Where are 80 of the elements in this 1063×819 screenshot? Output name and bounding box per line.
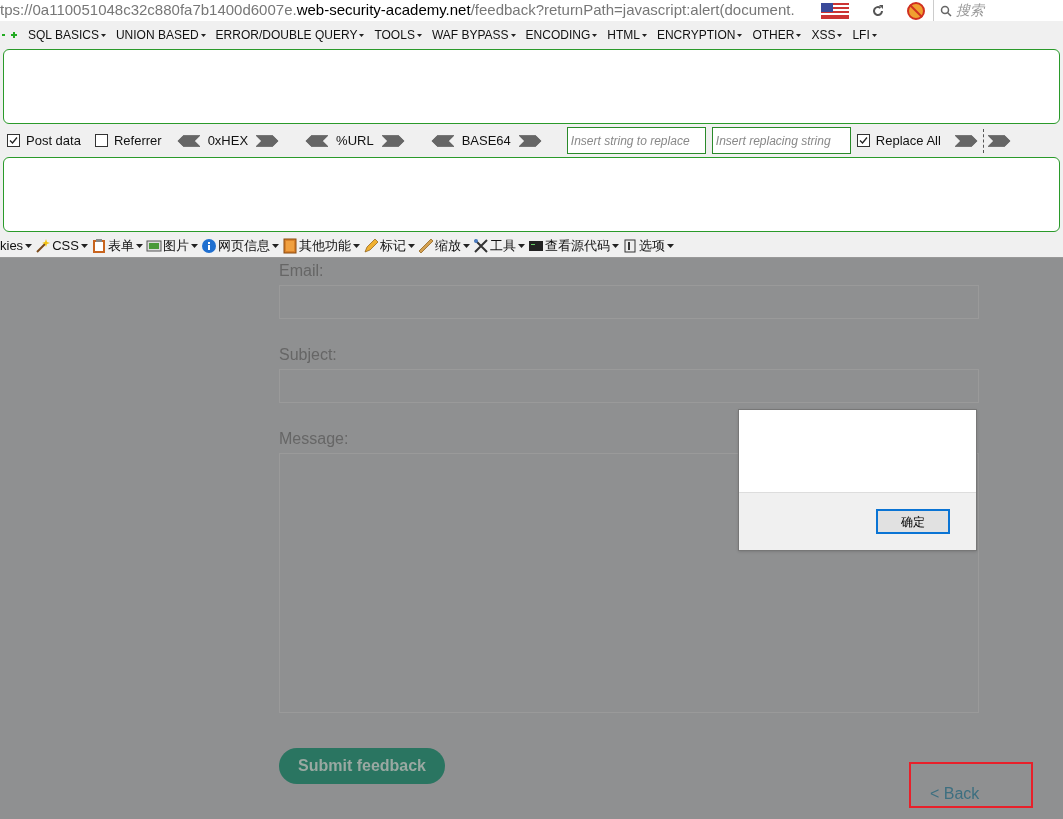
right-arrow-icon[interactable] — [381, 134, 406, 147]
hackbar-menu[interactable]: WAF BYPASS — [431, 26, 516, 44]
caret-icon — [80, 243, 88, 248]
right-arrow-icon[interactable] — [954, 134, 979, 147]
right-arrow-icon[interactable] — [256, 134, 281, 147]
checkbox[interactable] — [7, 134, 20, 147]
checkbox-label: Referrer — [113, 131, 162, 150]
right-arrow-icon[interactable] — [518, 134, 543, 147]
hackbar-menu[interactable]: TOOLS — [374, 26, 422, 44]
caret-icon — [416, 33, 422, 37]
caret-icon — [190, 243, 198, 248]
caret-icon — [407, 243, 415, 248]
toolbar-menu[interactable]: 缩放 — [417, 235, 470, 256]
url-textarea[interactable] — [3, 49, 1060, 124]
hackbar-menu[interactable]: SQL BASICS — [28, 26, 106, 44]
search-field[interactable]: 搜索 — [956, 0, 1046, 21]
checkbox[interactable] — [856, 134, 870, 147]
wand-icon — [35, 237, 52, 254]
right-arrow-icon[interactable] — [987, 134, 1012, 147]
toolbar-menu[interactable]: 选项 — [621, 235, 674, 256]
caret-icon — [666, 243, 674, 248]
checkbox-label: Replace All — [875, 131, 941, 150]
hackbar-menu[interactable]: ENCODING — [525, 26, 598, 44]
toolbar-menu[interactable]: 网页信息 — [200, 235, 279, 256]
caret-icon — [100, 33, 106, 37]
left-arrow-icon[interactable] — [304, 134, 329, 147]
hackbar-menu[interactable]: ERROR/DOUBLE QUERY — [215, 26, 365, 44]
ok-button[interactable]: 确定 — [876, 509, 950, 534]
hackbar-menu[interactable]: XSS — [811, 26, 843, 44]
blocked-icon[interactable] — [907, 1, 925, 20]
toolbar-menu[interactable]: 表单 — [90, 235, 143, 256]
hackbar-menu[interactable]: ENCRYPTION — [656, 26, 743, 44]
info-icon — [200, 237, 217, 254]
hackbar-menu[interactable]: LFI — [852, 26, 877, 44]
caret-icon — [641, 33, 647, 37]
caret-icon — [200, 33, 206, 37]
image-icon — [145, 237, 162, 254]
toolbar-menu[interactable]: 工具 — [472, 235, 525, 256]
encoder-label: BASE64 — [461, 131, 511, 150]
post-data-textarea[interactable] — [3, 157, 1060, 232]
left-arrow-icon[interactable] — [175, 134, 200, 147]
toolbar-menu[interactable]: CSS — [35, 235, 88, 256]
toolbar-menu[interactable]: kies — [0, 235, 33, 256]
replace-field[interactable]: Insert string to replace — [566, 127, 706, 154]
plus-icon[interactable] — [2, 31, 18, 39]
toolbar-menu[interactable]: 查看源代码 — [527, 235, 619, 256]
caret-icon — [25, 243, 33, 248]
caret-icon — [135, 243, 143, 248]
encoder-label: %URL — [336, 131, 374, 150]
clipboard-icon — [90, 237, 107, 254]
caret-icon — [510, 33, 516, 37]
caret-icon — [796, 33, 802, 37]
checkbox[interactable] — [94, 134, 108, 147]
search-icon — [940, 4, 952, 17]
pencil-icon — [362, 237, 379, 254]
book-icon — [281, 237, 298, 254]
caret-icon — [352, 243, 360, 248]
tools-icon — [472, 237, 489, 254]
caret-icon — [592, 33, 598, 37]
toolbar-menu[interactable]: 其他功能 — [281, 235, 360, 256]
checkbox-label: Post data — [26, 131, 81, 150]
caret-icon — [517, 243, 525, 248]
caret-icon — [462, 243, 470, 248]
toolbar-menu[interactable]: 图片 — [145, 235, 198, 256]
reload-icon[interactable] — [871, 3, 885, 18]
toolbar-menu[interactable]: 标记 — [362, 235, 415, 256]
hackbar-menu[interactable]: HTML — [607, 26, 647, 44]
ruler-icon — [417, 237, 434, 254]
caret-icon — [271, 243, 279, 248]
caret-icon — [837, 33, 843, 37]
hackbar-menu[interactable]: OTHER — [752, 26, 802, 44]
caret-icon — [359, 33, 365, 37]
left-arrow-icon[interactable] — [429, 134, 454, 147]
caret-icon — [611, 243, 619, 248]
replace-field[interactable]: Insert replacing string — [711, 127, 851, 154]
caret-icon — [737, 33, 743, 37]
options-icon — [621, 237, 638, 254]
caret-icon — [871, 33, 877, 37]
encoder-label: 0xHEX — [207, 131, 249, 150]
hackbar-menu[interactable]: UNION BASED — [115, 26, 206, 44]
